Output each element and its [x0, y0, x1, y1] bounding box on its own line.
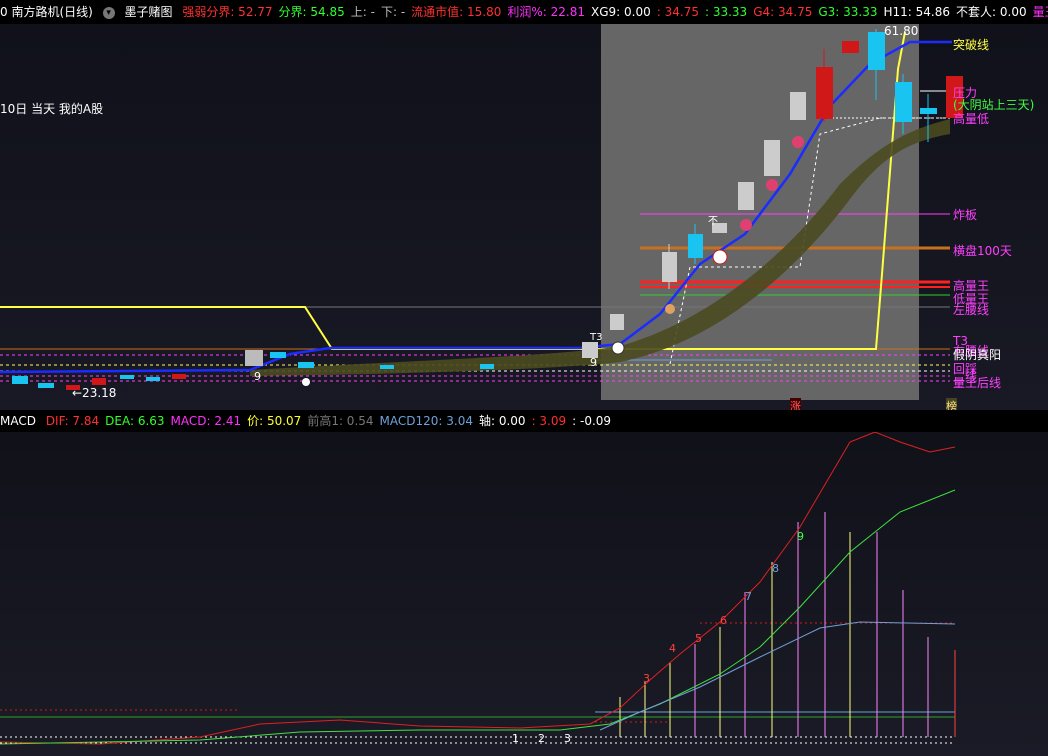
header-value-13: 量王后: 0.00 — [1032, 5, 1048, 19]
macd-histogram — [619, 512, 956, 737]
signal-marker — [740, 219, 752, 231]
candle — [688, 234, 703, 258]
header-value-7: : 34.75 — [656, 5, 699, 19]
header-value-12: 不套人: 0.00 — [956, 5, 1027, 19]
macd-bottom-count-3: 3 — [564, 732, 571, 745]
macd-value-8: : -0.09 — [572, 414, 612, 428]
indicator-header: 0 南方路机(日线) ▾ 墨子赌图 强弱分界: 52.77 分界: 54.85 上:… — [0, 0, 1048, 24]
header-values: 强弱分界: 52.77 分界: 54.85 上: - 下: - 流通市值: 15.80 利… — [182, 5, 1048, 19]
macd-value-0: DIF: 7.84 — [45, 414, 100, 428]
header-value-8: : 33.33 — [704, 5, 748, 19]
signal-marker — [766, 179, 778, 191]
candle — [895, 82, 912, 122]
macd-bottom-count-2: 2 — [538, 732, 545, 745]
marker-nine-a: 9 — [254, 370, 261, 383]
price-low-label: ←23.18 — [72, 386, 117, 400]
level-label-14: 量王后线 — [953, 376, 1002, 390]
header-value-1: 分界: 54.85 — [278, 5, 345, 19]
level-label-5: 横盘100天 — [953, 244, 1012, 258]
candle — [146, 377, 160, 381]
candle — [790, 92, 806, 120]
candle — [738, 182, 754, 210]
marker-nine-b: 9 — [590, 356, 597, 369]
macd-value-5: MACD120: 3.04 — [379, 414, 473, 428]
marker-bu: 不 — [708, 216, 718, 227]
price-chart-svg — [0, 24, 963, 400]
candle — [92, 378, 106, 385]
header-value-11: H11: 54.86 — [883, 5, 951, 19]
macd-svg — [0, 432, 956, 745]
candle — [38, 383, 54, 388]
macd-name[interactable]: MACD — [0, 414, 36, 428]
price-high-label: 61.80 — [884, 24, 919, 38]
header-value-10: G3: 33.33 — [818, 5, 878, 19]
level-label-8: 左腰线 — [953, 303, 990, 317]
candle — [868, 32, 885, 70]
candle — [245, 350, 263, 366]
macd-panel[interactable]: 3 4 5 6 7 8 1 2 3 9 — [0, 432, 1048, 756]
chevron-down-icon[interactable]: ▾ — [102, 6, 115, 19]
plus-marker — [712, 249, 728, 265]
level-label-0: 突破线 — [953, 38, 990, 52]
signal-marker — [792, 136, 804, 148]
macd-count-3: 3 — [643, 672, 650, 685]
stock-name[interactable]: 0 南方路机(日线) — [0, 5, 93, 19]
candle — [662, 252, 677, 282]
candle — [610, 314, 624, 330]
candle — [480, 364, 494, 369]
macd-count-5: 5 — [695, 632, 702, 645]
dea-line — [0, 489, 956, 745]
candle — [816, 67, 833, 119]
macd-count-4: 4 — [669, 642, 676, 655]
level-label-3: 高量低 — [953, 112, 990, 126]
candle — [172, 374, 186, 379]
macd120-line — [599, 621, 956, 731]
header-value-0: 强弱分界: 52.77 — [182, 5, 273, 19]
candle — [298, 362, 314, 368]
macd-value-7: : 3.09 — [531, 414, 567, 428]
macd-count-6: 6 — [720, 614, 727, 627]
macd-value-4: 前高1: 0.54 — [307, 414, 374, 428]
candle — [920, 108, 937, 114]
left-note: 10日 当天 我的A股 — [0, 102, 104, 116]
candle — [380, 365, 394, 369]
header-value-2: 上: - — [350, 5, 375, 19]
macd-count-nine: 9 — [797, 530, 804, 543]
candle — [12, 376, 28, 384]
candle — [270, 352, 286, 358]
macd-values: DIF: 7.84 DEA: 6.63 MACD: 2.41 价: 50.07 前高1:… — [46, 414, 617, 428]
level-label-4: 炸板 — [953, 208, 978, 222]
candle — [120, 375, 134, 379]
macd-count-7: 7 — [745, 590, 752, 603]
macd-count-8: 8 — [772, 562, 779, 575]
indicator-name[interactable]: 墨子赌图 — [124, 5, 172, 19]
macd-bottom-count-1: 1 — [512, 732, 519, 745]
dif-line — [0, 432, 956, 745]
dot-marker — [302, 378, 310, 386]
header-value-5: 利润%: 22.81 — [507, 5, 586, 19]
macd-header: MACD DIF: 7.84 DEA: 6.63 MACD: 2.41 价: 50.0… — [0, 410, 1048, 432]
marker-t3: T3 — [590, 332, 603, 343]
header-value-6: XG9: 0.00 — [591, 5, 651, 19]
macd-value-6: 轴: 0.00 — [478, 414, 526, 428]
price-chart-panel[interactable]: 10日 当天 我的A股 61.80 ←23.18 T3 9 9 不 涨 榜 突破… — [0, 24, 1048, 414]
candle — [842, 41, 859, 53]
plus-marker — [611, 341, 625, 355]
header-value-3: 下: - — [380, 5, 406, 19]
header-value-4: 流通市值: 15.80 — [411, 5, 502, 19]
header-value-9: G4: 34.75 — [753, 5, 813, 19]
candle — [764, 140, 780, 176]
macd-value-2: MACD: 2.41 — [170, 414, 242, 428]
diamond-marker — [665, 304, 675, 314]
macd-value-1: DEA: 6.63 — [105, 414, 165, 428]
macd-value-3: 价: 50.07 — [247, 414, 302, 428]
